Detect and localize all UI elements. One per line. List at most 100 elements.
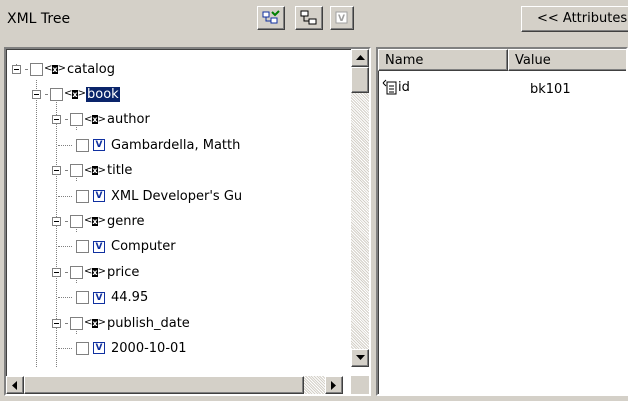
attribute-icon [382,79,397,95]
tree-node-element[interactable]: < x > publish_date [52,313,191,333]
node-label: genre [107,213,145,229]
collapse-toggle-icon[interactable] [52,267,61,277]
value-icon: V [93,190,105,202]
attributes-toggle-button[interactable]: << Attributes [521,6,628,32]
tree-vertical-scrollbar[interactable] [351,49,369,367]
node-label: XML Developer's Gu [111,188,243,204]
tree-view-icon [300,10,317,25]
tree-connector [58,297,72,299]
node-label: 44.95 [111,290,149,306]
node-checkbox[interactable] [30,62,43,76]
tree-connector [65,220,67,222]
tree-connector [58,144,72,146]
element-icon: < x > [64,88,86,100]
scroll-up-button[interactable] [351,49,369,67]
tree-node-element[interactable]: < x > catalog [12,59,116,79]
tree-connector [58,246,72,248]
node-label: Gambardella, Matth [111,137,241,153]
element-icon: < x > [44,63,66,74]
tree-node-element[interactable]: < x > price [52,262,140,282]
column-header-name[interactable]: Name [378,49,508,71]
column-header-value[interactable]: Value [508,49,626,71]
attributes-header: << Attributes [373,0,628,40]
element-icon: < x > [84,317,106,328]
tree-connector [58,195,72,197]
node-label: author [107,112,150,128]
node-checkbox[interactable] [76,138,89,152]
tree-horizontal-scrollbar[interactable] [6,376,343,394]
arrow-left-icon [12,380,17,390]
node-checkbox[interactable] [76,189,89,203]
node-label: book [86,86,120,102]
arrow-down-icon [355,355,365,360]
tree-node-value[interactable]: V Gambardella, Matth [58,135,241,155]
element-icon: < x > [84,113,106,125]
attribute-name: id [398,79,410,95]
collapse-toggle-icon[interactable] [12,64,21,74]
value-icon: V [93,139,105,152]
collapse-toggle-icon[interactable] [52,166,61,176]
collapse-toggle-icon[interactable] [52,318,61,328]
node-checkbox[interactable] [76,240,89,254]
scroll-right-button[interactable] [325,376,343,394]
tree-node-element[interactable]: <x>description [52,364,180,367]
tree-node-value[interactable]: V 2000-10-01 [58,338,188,358]
node-checkbox[interactable] [70,113,83,127]
element-icon: < x > [84,215,106,227]
node-label: 2000-10-01 [111,340,187,356]
xml-tree-panel: < x > catalog < x > book < x > author V Gambardella, … [4,47,371,396]
value-icon: V [335,11,348,24]
node-checkbox[interactable] [76,341,89,355]
tree-connector [65,322,67,324]
toggle-all-button[interactable] [257,6,285,30]
node-checkbox[interactable] [70,164,83,178]
tree-connector [25,68,27,70]
collapse-toggle-icon[interactable] [32,89,41,99]
arrow-right-icon [331,380,336,390]
vertical-scroll-thumb[interactable] [351,67,369,93]
scroll-left-button[interactable] [6,376,24,394]
tree-node-element[interactable]: < x > title [52,161,133,181]
node-label: Computer [111,239,176,255]
collapse-toggle-icon[interactable] [52,216,61,226]
value-icon: V [93,240,105,253]
tree-view[interactable]: < x > catalog < x > book < x > author V Gambardella, … [6,49,343,367]
node-checkbox[interactable] [76,291,89,305]
horizontal-scroll-thumb[interactable] [24,376,304,394]
tree-node-element[interactable]: < x > book [32,84,120,104]
tree-connector [65,170,67,172]
tree-node-element[interactable]: < x > author [52,110,151,130]
node-checkbox[interactable] [70,316,83,330]
svg-text:V: V [338,14,345,24]
node-label: price [107,264,140,280]
tree-header: XML Tree V [0,0,373,40]
tree-node-element[interactable]: < x > genre [52,211,146,231]
node-checkbox[interactable] [50,87,63,101]
collapse-toggle-icon[interactable] [52,115,61,125]
node-label: title [107,163,133,179]
tree-connector [58,347,72,349]
scrollbar-corner [351,376,369,394]
tree-node-value[interactable]: V Computer [58,237,177,257]
node-label: description [106,366,180,367]
toggle-all-icon [262,10,280,24]
node-label: publish_date [107,315,190,331]
tree-connector [45,93,47,95]
tree-view-button[interactable] [295,6,323,30]
element-icon: < x > [84,164,106,176]
panel-title: XML Tree [7,11,71,27]
value-icon: V [93,342,105,355]
node-checkbox[interactable] [70,214,83,228]
value-icon: V [93,291,105,304]
node-checkbox[interactable] [70,265,83,279]
tree-connector [65,119,67,121]
element-icon: < x > [84,266,106,278]
tree-node-value[interactable]: V XML Developer's Gu [58,186,243,206]
value-filter-button[interactable]: V [330,6,354,30]
attribute-value: bk101 [530,82,571,97]
tree-node-value[interactable]: V 44.95 [58,288,149,308]
scroll-down-button[interactable] [351,349,369,367]
tree-connector [65,271,67,273]
node-label: catalog [67,61,115,77]
arrow-up-icon [355,55,365,60]
